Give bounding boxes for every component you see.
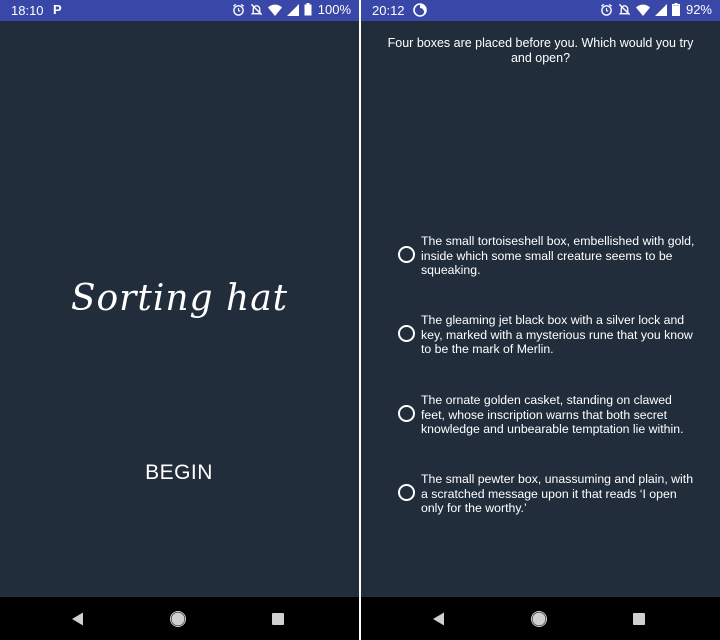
right-screen: 20:12 92% Four boxes are placed before y… <box>361 0 720 640</box>
wifi-icon <box>635 4 650 16</box>
status-bar: 18:10 P 100% <box>0 0 359 21</box>
question-text: Four boxes are placed before you. Which … <box>387 36 694 65</box>
battery-percent: 92% <box>685 2 712 17</box>
back-icon[interactable] <box>429 609 449 629</box>
option-label: The small tortoiseshell box, embellished… <box>421 234 695 277</box>
mute-bell-icon <box>250 3 262 16</box>
nav-bar <box>0 597 359 640</box>
option-label: The small pewter box, unassuming and pla… <box>421 472 694 515</box>
recents-icon[interactable] <box>629 609 649 629</box>
radio-button[interactable] <box>398 484 415 501</box>
radio-button[interactable] <box>398 325 415 342</box>
begin-button[interactable]: BEGIN <box>139 456 219 490</box>
app-title: Sorting hat <box>70 278 289 319</box>
option-label: The ornate golden casket, standing on cl… <box>421 393 684 436</box>
wifi-icon <box>267 4 282 16</box>
radio-button[interactable] <box>398 246 415 263</box>
signal-icon <box>286 3 299 16</box>
battery-percent: 100% <box>317 2 351 17</box>
battery-icon <box>671 3 680 16</box>
left-screen: 18:10 P 100% Sorting hat BEGIN <box>0 0 359 640</box>
mute-bell-icon <box>618 3 631 16</box>
circle-app-icon <box>413 3 427 17</box>
alarm-icon <box>232 3 244 16</box>
alarm-icon <box>600 3 613 16</box>
status-icons: 100% <box>232 2 351 17</box>
home-icon[interactable] <box>529 609 549 629</box>
status-time: 18:10 <box>11 3 44 18</box>
option-label: The gleaming jet black box with a silver… <box>421 313 693 356</box>
status-time: 20:12 <box>372 3 405 18</box>
recents-icon[interactable] <box>268 609 288 629</box>
status-bar: 20:12 92% <box>361 0 720 21</box>
nav-bar <box>361 597 720 640</box>
home-icon[interactable] <box>168 609 188 629</box>
radio-button[interactable] <box>398 405 415 422</box>
status-icons: 92% <box>600 2 712 17</box>
battery-icon <box>304 3 312 16</box>
signal-icon <box>654 3 667 16</box>
parking-p-icon: P <box>53 2 62 17</box>
back-icon[interactable] <box>68 609 88 629</box>
